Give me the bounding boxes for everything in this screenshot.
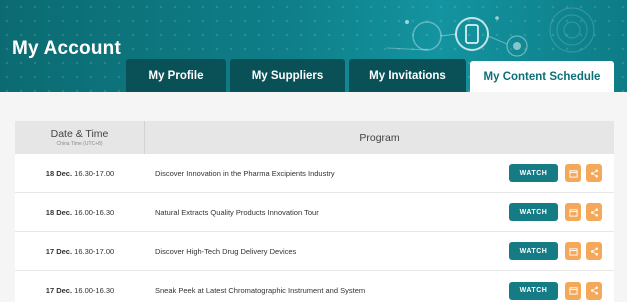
- row-actions: WATCH: [509, 242, 602, 260]
- session-day: 17 Dec.: [45, 286, 73, 295]
- content-area: Date & Time China Time (UTC+8) Program 1…: [0, 92, 627, 302]
- session-title: Discover High-Tech Drug Delivery Devices: [155, 246, 297, 256]
- session-time: 16.30-17.00: [74, 168, 115, 178]
- watch-button[interactable]: WATCH: [509, 242, 558, 260]
- session-day: 18 Dec.: [45, 168, 73, 178]
- session-time: 16.00-16.30: [74, 286, 115, 295]
- row-actions: WATCH: [509, 164, 602, 182]
- session-datetime: 18 Dec. 16.30-17.00: [15, 169, 145, 178]
- calendar-icon[interactable]: [565, 281, 581, 300]
- tab-my-suppliers[interactable]: My Suppliers: [230, 59, 345, 92]
- watch-button[interactable]: WATCH: [509, 164, 558, 182]
- session-datetime: 17 Dec. 16.30-17.00: [15, 247, 145, 256]
- date-column-header: Date & Time China Time (UTC+8): [15, 121, 145, 154]
- session-day: 17 Dec.: [45, 246, 73, 256]
- session-title: Sneak Peek at Latest Chromatographic Ins…: [155, 286, 366, 295]
- session-title: Natural Extracts Quality Products Innova…: [155, 207, 319, 217]
- watch-button[interactable]: WATCH: [509, 281, 558, 300]
- session-time: 16.30-17.00: [74, 246, 115, 256]
- table-row: 18 Dec. 16.30-17.00 Discover Innovation …: [15, 154, 614, 193]
- calendar-icon[interactable]: [565, 242, 581, 260]
- share-icon[interactable]: [586, 164, 602, 182]
- session-day: 18 Dec.: [45, 207, 73, 217]
- calendar-icon[interactable]: [565, 203, 581, 221]
- row-actions: WATCH: [509, 203, 602, 221]
- header-banner: My Account My Profile My Suppliers My In…: [0, 0, 627, 92]
- date-header-label: Date & Time: [50, 128, 109, 140]
- share-icon[interactable]: [586, 242, 602, 260]
- schedule-table: Date & Time China Time (UTC+8) Program 1…: [15, 121, 614, 302]
- session-datetime: 17 Dec. 16.00-16.30: [15, 286, 145, 295]
- timezone-label: China Time (UTC+8): [56, 141, 103, 147]
- table-header: Date & Time China Time (UTC+8) Program: [15, 121, 614, 154]
- table-row: 17 Dec. 16.00-16.30 Sneak Peek at Latest…: [15, 271, 614, 302]
- table-row: 18 Dec. 16.00-16.30 Natural Extracts Qua…: [15, 193, 614, 232]
- tab-my-profile[interactable]: My Profile: [126, 59, 226, 92]
- share-icon[interactable]: [586, 281, 602, 300]
- calendar-icon[interactable]: [565, 164, 581, 182]
- session-datetime: 18 Dec. 16.00-16.30: [15, 208, 145, 217]
- share-icon[interactable]: [586, 203, 602, 221]
- row-actions: WATCH: [509, 281, 602, 300]
- tab-my-invitations[interactable]: My Invitations: [349, 59, 466, 92]
- page-title: My Account: [12, 38, 121, 59]
- program-column-header: Program: [359, 131, 400, 144]
- table-row: 17 Dec. 16.30-17.00 Discover High-Tech D…: [15, 232, 614, 271]
- tab-my-content-schedule[interactable]: My Content Schedule: [470, 61, 614, 92]
- session-time: 16.00-16.30: [74, 207, 115, 217]
- session-title: Discover Innovation in the Pharma Excipi…: [155, 168, 335, 178]
- watch-button[interactable]: WATCH: [509, 203, 558, 221]
